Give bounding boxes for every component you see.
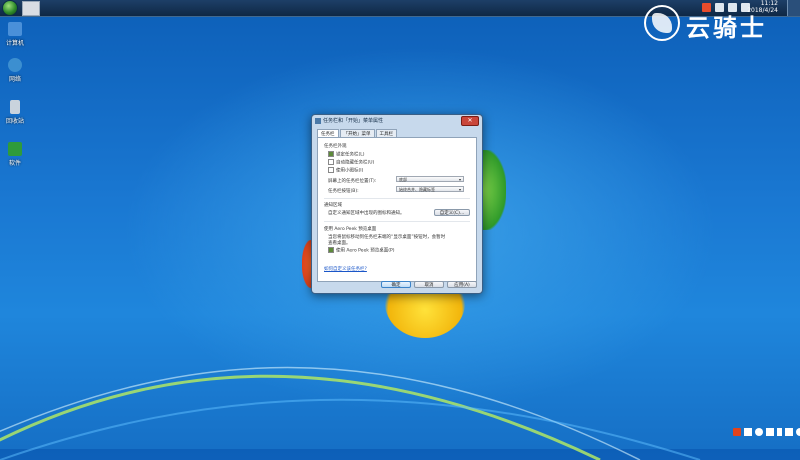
aero-peek-option[interactable]: 使用 Aero Peek 预览桌面(P) [328,247,394,254]
buttons-label: 任务栏按钮(B): [328,189,359,194]
desktop-icon-label: 网络 [8,76,21,83]
start-button[interactable] [2,0,18,16]
dialog-app-icon [315,118,321,124]
aero-peek-description-line2: 查看桌面。 [328,241,351,246]
chinese-mode-icon[interactable] [744,428,752,436]
microphone-icon[interactable] [777,428,782,436]
yunqishi-watermark-logo: 云骑士 [640,3,790,42]
taskbar-buttons-dropdown[interactable]: 始终合并、隐藏标签 [396,186,464,192]
software-folder-icon [8,142,22,156]
autohide-checkbox[interactable] [328,159,334,165]
desktop-icon-network[interactable]: 网络 [4,58,26,83]
aero-peek-heading: 使用 Aero Peek 预览桌面 [324,227,377,232]
desktop-icon-computer[interactable]: 计算机 [4,22,26,47]
apply-button[interactable]: 应用(A) [447,281,477,288]
aero-peek-label: 使用 Aero Peek 预览桌面(P) [336,248,395,254]
taskbar-window-button[interactable] [22,1,40,16]
lock-taskbar-checkbox[interactable] [328,151,334,157]
dialog-title-bar[interactable]: 任务栏和「开始」菜单属性 ✕ [312,115,482,127]
watermark-text: 云骑士 [686,14,767,42]
divider [324,198,470,199]
help-link[interactable]: 如何自定义该任务栏? [324,266,367,272]
moon-icon[interactable] [755,428,763,436]
small-icons-option[interactable]: 使用小图标(I) [328,167,363,174]
taskbar-position-dropdown[interactable]: 底部 [396,176,464,182]
desktop-icon-label: 软件 [8,160,21,167]
customize-button[interactable]: 自定义(C)... [434,209,470,216]
close-button[interactable]: ✕ [461,116,479,126]
lock-taskbar-label: 锁定任务栏(L) [336,152,365,158]
taskbar-properties-dialog: 任务栏和「开始」菜单属性 ✕ 任务栏 「开始」菜单 工具栏 任务栏外观 锁定任务… [311,114,483,294]
ime-toolbar [733,428,800,436]
dialog-title: 任务栏和「开始」菜单属性 [323,118,384,124]
appearance-heading: 任务栏外观 [324,144,347,149]
taskbar-tab-panel: 任务栏外观 锁定任务栏(L) 自动隐藏任务栏(U) 使用小图标(I) 屏幕上的任… [317,137,477,282]
cancel-button[interactable]: 取消 [414,281,444,288]
knight-logo-icon [644,5,680,41]
computer-icon [8,22,22,36]
aero-peek-checkbox[interactable] [328,247,334,253]
keyboard-icon[interactable] [785,428,793,436]
recycle-bin-icon [10,100,20,114]
desktop-icon-label: 回收站 [5,118,24,125]
small-icons-label: 使用小图标(I) [336,168,364,174]
divider [324,221,470,222]
network-icon [8,58,22,72]
punctuation-icon[interactable] [766,428,774,436]
ok-button[interactable]: 确定 [381,281,411,288]
desktop-icon-label: 计算机 [5,40,24,47]
sogou-s-icon[interactable] [733,428,741,436]
notification-text: 自定义通知区域中出现的图标和通知。 [328,211,405,216]
desktop-icon-software[interactable]: 软件 [4,142,26,167]
notification-heading: 通知区域 [324,203,342,208]
user-icon[interactable] [796,428,800,436]
small-icons-checkbox[interactable] [328,167,334,173]
autohide-option[interactable]: 自动隐藏任务栏(U) [328,159,374,166]
lock-taskbar-option[interactable]: 锁定任务栏(L) [328,151,365,158]
autohide-label: 自动隐藏任务栏(U) [336,160,375,166]
position-label: 屏幕上的任务栏位置(T): [328,179,377,184]
desktop-icon-recycle-bin[interactable]: 回收站 [4,100,26,125]
